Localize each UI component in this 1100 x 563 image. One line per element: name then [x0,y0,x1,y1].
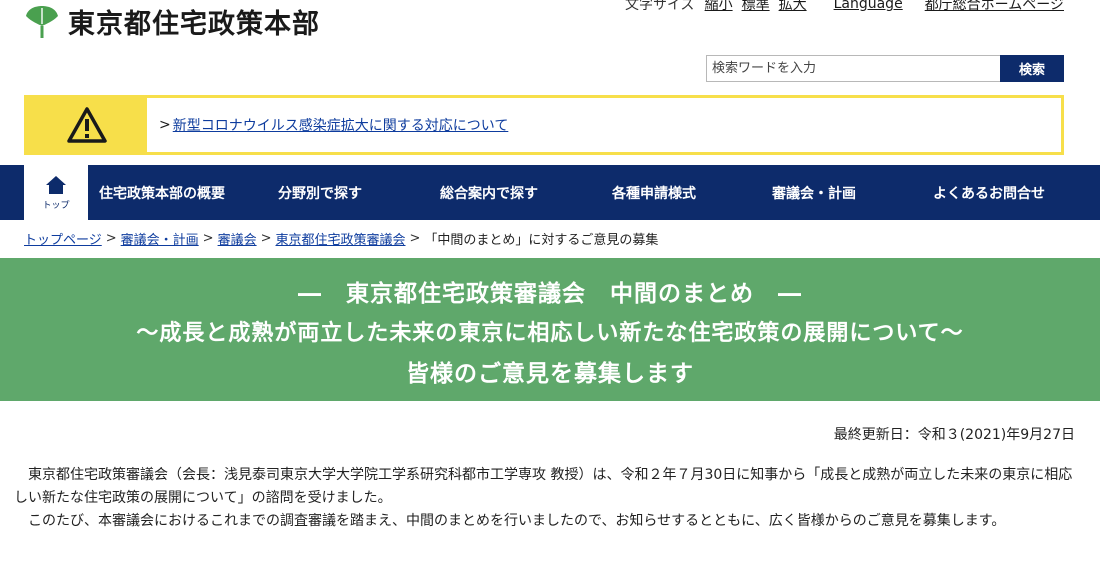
site-logo[interactable]: 東京都住宅政策本部 [24,2,320,41]
search-button[interactable]: 検索 [1000,55,1064,82]
font-size-label: 文字サイズ [625,0,695,13]
page-title-line2: ～成長と成熟が両立した未来の東京に相応しい新たな住宅政策の展開について～ [136,321,964,346]
page-title-line1: ― 東京都住宅政策審議会 中間のまとめ ― [298,281,802,307]
breadcrumb-current: 「中間のまとめ」に対するご意見の募集 [424,233,659,248]
nav-home-label: トップ [42,200,70,211]
site-title: 東京都住宅政策本部 [68,9,320,40]
nav-item-faq[interactable]: よくあるお問合せ [894,165,1084,220]
content-paragraph: 東京都住宅政策審議会（会長：浅見泰司東京大学大学院工学系研究科都市工学専攻 教授… [14,467,1073,506]
breadcrumb-separator: > [105,231,117,246]
nav-item-forms[interactable]: 各種申請様式 [574,165,734,220]
global-nav: トップ 住宅政策本部の概要 分野別で探す 総合案内で探す 各種申請様式 審議会・… [0,165,1100,220]
breadcrumb-housing-council[interactable]: 東京都住宅政策審議会 [276,229,406,248]
last-updated: 最終更新日：令和３(2021)年9月27日 [833,427,1075,443]
nav-item-overview[interactable]: 住宅政策本部の概要 [88,165,236,220]
tocho-home-link[interactable]: 都庁総合ホームページ [925,0,1064,14]
covid-info-link[interactable]: 新型コロナウイルス感染症拡大に関する対応について [173,115,509,135]
main-content: 東京都住宅政策審議会（会長：浅見泰司東京大学大学院工学系研究科都市工学専攻 教授… [14,464,1084,533]
search-input[interactable] [706,55,1000,82]
nav-item-by-field[interactable]: 分野別で探す [236,165,404,220]
alert-message: > 新型コロナウイルス感染症拡大に関する対応について [147,98,508,152]
page-title-banner: ― 東京都住宅政策審議会 中間のまとめ ― ～成長と成熟が両立した未来の東京に相… [0,258,1100,401]
breadcrumb-councils[interactable]: 審議会 [218,229,257,248]
breadcrumb: トップページ > 審議会・計画 > 審議会 > 東京都住宅政策審議会 > 「中間… [24,229,658,248]
breadcrumb-separator: > [202,231,214,246]
warning-triangle-icon [67,107,107,143]
site-header: 東京都住宅政策本部 文字サイズ 縮小 標準 拡大 Language 都庁総合ホー… [0,0,1100,95]
utility-links: 文字サイズ 縮小 標準 拡大 Language 都庁総合ホームページ [625,0,1064,14]
breadcrumb-separator: > [260,231,272,246]
ginkgo-leaf-icon [26,5,58,38]
nav-home[interactable]: トップ [24,165,88,220]
content-paragraph: このたび、本審議会におけるこれまでの調査審議を踏まえ、中間のまとめを行いましたの… [28,513,1006,529]
font-small-link[interactable]: 縮小 [705,0,733,14]
font-large-link[interactable]: 拡大 [779,0,807,14]
nav-items: 住宅政策本部の概要 分野別で探す 総合案内で探す 各種申請様式 審議会・計画 よ… [88,165,1100,220]
nav-item-guide[interactable]: 総合案内で探す [404,165,574,220]
alert-icon-box [27,98,147,152]
page-title-line3: 皆様のご意見を募集します [406,361,694,387]
search-box: 検索 [706,55,1064,82]
covid-alert-banner: > 新型コロナウイルス感染症拡大に関する対応について [24,95,1064,155]
nav-item-councils[interactable]: 審議会・計画 [734,165,894,220]
home-icon [46,175,66,194]
breadcrumb-top[interactable]: トップページ [24,229,102,248]
breadcrumb-separator: > [409,231,421,246]
language-link[interactable]: Language [834,0,903,12]
breadcrumb-councils-plans[interactable]: 審議会・計画 [121,229,199,248]
alert-arrow: > [159,117,171,133]
font-standard-link[interactable]: 標準 [742,0,770,14]
